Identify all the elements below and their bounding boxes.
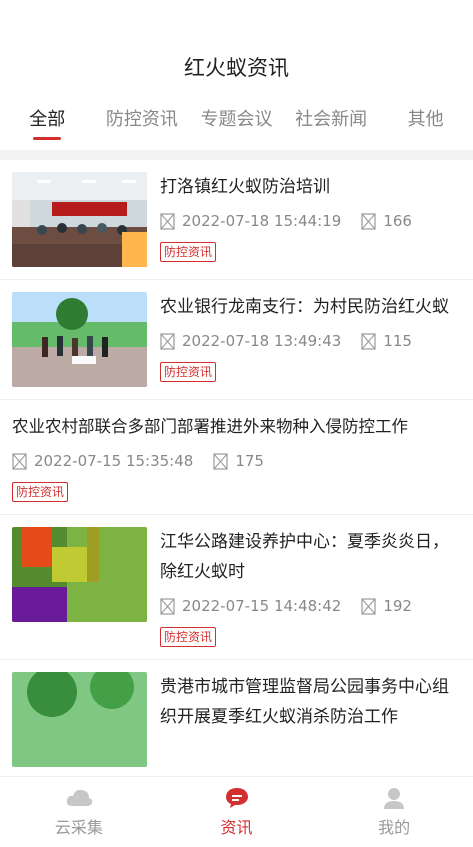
tab-all[interactable]: 全部 <box>0 92 95 150</box>
clock-icon <box>160 597 175 615</box>
nav-label: 云采集 <box>54 818 103 837</box>
article-item[interactable]: 农业银行龙南支行：为村民防治红火蚁 2022-07-18 13:49:43 11… <box>0 280 473 400</box>
category-tag: 防控资讯 <box>12 482 69 502</box>
tab-other[interactable]: 其他 <box>378 92 473 150</box>
tab-label: 其他 <box>407 109 444 130</box>
news-icon <box>225 788 248 808</box>
article-meta: 2022-07-15 14:48:42 192 <box>160 597 461 615</box>
eye-icon <box>361 597 376 615</box>
nav-label: 资讯 <box>220 818 253 837</box>
view-count: 166 <box>361 212 412 230</box>
tab-label: 专题会议 <box>200 109 273 130</box>
nav-mine[interactable]: 我的 <box>315 777 473 847</box>
divider <box>0 150 473 160</box>
cloud-icon <box>66 789 93 806</box>
category-tag: 防控资讯 <box>160 362 217 382</box>
clock-icon <box>12 452 27 470</box>
tab-meetings[interactable]: 专题会议 <box>189 92 284 150</box>
nav-cloud-collect[interactable]: 云采集 <box>0 777 158 847</box>
tab-prevention[interactable]: 防控资讯 <box>95 92 190 150</box>
category-tag: 防控资讯 <box>160 242 217 262</box>
app-header: 红火蚁资讯 <box>0 0 473 92</box>
article-datetime: 2022-07-18 13:49:43 <box>182 332 342 350</box>
article-item[interactable]: 农业农村部联合多部门部署推进外来物种入侵防控工作 2022-07-15 15:3… <box>0 400 473 515</box>
view-count: 175 <box>213 452 264 470</box>
user-icon <box>384 788 405 809</box>
article-item[interactable]: 江华公路建设养护中心：夏季炎炎日，除红火蚁时 2022-07-15 14:48:… <box>0 515 473 660</box>
article-item[interactable]: 贵港市城市管理监督局公园事务中心组织开展夏季红火蚁消杀防治工作 <box>0 660 473 777</box>
article-meta: 2022-07-18 15:44:19 166 <box>160 212 461 230</box>
category-tabs: 全部 防控资讯 专题会议 社会新闻 其他 <box>0 92 473 150</box>
tab-label: 防控资讯 <box>105 109 178 130</box>
article-thumbnail <box>12 292 147 387</box>
article-title: 农业农村部联合多部门部署推进外来物种入侵防控工作 <box>12 417 408 436</box>
article-meta: 2022-07-18 13:49:43 115 <box>160 332 461 350</box>
article-list: 打洛镇红火蚁防治培训 2022-07-18 15:44:19 166 防控资讯 <box>0 160 473 777</box>
article-thumbnail <box>12 527 147 622</box>
article-title: 贵港市城市管理监督局公园事务中心组织开展夏季红火蚁消杀防治工作 <box>160 677 449 727</box>
article-datetime: 2022-07-15 14:48:42 <box>182 597 342 615</box>
clock-icon <box>160 212 175 230</box>
tab-label: 社会新闻 <box>295 109 368 130</box>
article-title: 农业银行龙南支行：为村民防治红火蚁 <box>160 297 449 317</box>
article-datetime: 2022-07-18 15:44:19 <box>182 212 342 230</box>
eye-icon <box>361 332 376 350</box>
article-datetime: 2022-07-15 15:35:48 <box>34 452 194 470</box>
view-count: 192 <box>361 597 412 615</box>
article-item[interactable]: 打洛镇红火蚁防治培训 2022-07-18 15:44:19 166 防控资讯 <box>0 160 473 280</box>
view-count-value: 166 <box>383 212 412 230</box>
nav-label: 我的 <box>378 818 411 837</box>
view-count-value: 175 <box>235 452 264 470</box>
nav-news[interactable]: 资讯 <box>158 777 316 847</box>
eye-icon <box>213 452 228 470</box>
article-thumbnail <box>12 672 147 767</box>
eye-icon <box>361 212 376 230</box>
bottom-navigation: 云采集 资讯 我的 <box>0 776 473 847</box>
clock-icon <box>160 332 175 350</box>
view-count-value: 115 <box>383 332 412 350</box>
article-thumbnail <box>12 172 147 267</box>
view-count-value: 192 <box>383 597 412 615</box>
tab-social-news[interactable]: 社会新闻 <box>284 92 379 150</box>
article-meta: 2022-07-15 15:35:48 175 <box>12 452 461 470</box>
page-title: 红火蚁资讯 <box>184 56 289 80</box>
view-count: 115 <box>361 332 412 350</box>
active-tab-indicator <box>33 137 62 140</box>
category-tag: 防控资讯 <box>160 627 217 647</box>
tab-label: 全部 <box>29 109 66 130</box>
article-title: 江华公路建设养护中心：夏季炎炎日，除红火蚁时 <box>160 532 449 582</box>
article-title: 打洛镇红火蚁防治培训 <box>160 177 330 197</box>
